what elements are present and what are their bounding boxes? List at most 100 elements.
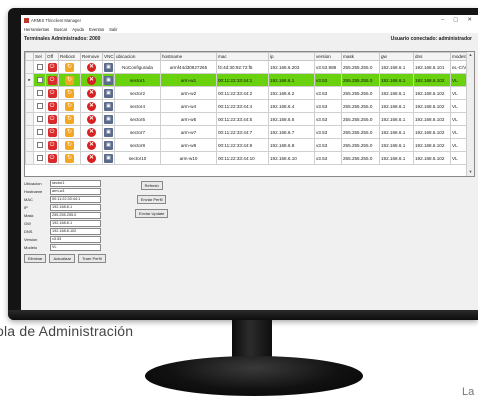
scroll-up-icon[interactable]: ▲ bbox=[467, 52, 474, 59]
field-input[interactable]: v3.53 bbox=[50, 235, 101, 243]
select-cell[interactable] bbox=[33, 151, 46, 165]
table-scrollbar[interactable]: ▲ ▼ bbox=[466, 52, 474, 176]
col-header[interactable]: mac bbox=[216, 52, 269, 61]
table-row[interactable]: ⏻ ↻ ✕ ▣ sector5 arm-w5 00:11:22:33:44:5 192.168… bbox=[25, 112, 474, 126]
field-input[interactable]: sector1 bbox=[50, 179, 101, 187]
remove-icon[interactable]: ✕ bbox=[87, 75, 96, 85]
select-checkbox[interactable] bbox=[36, 102, 43, 109]
vnc-cell[interactable]: ▣ bbox=[102, 60, 115, 74]
select-cell[interactable] bbox=[33, 60, 46, 74]
remove-icon[interactable]: ✕ bbox=[87, 88, 96, 98]
reboot-cell[interactable]: ↻ bbox=[58, 73, 81, 87]
table-row[interactable]: ▸ ⏻ ↻ ✕ ▣ sector1 arm-w1 00:11:22:33:44:1 192.16… bbox=[25, 73, 474, 87]
maximize-icon[interactable]: ▢ bbox=[453, 17, 458, 23]
remove-cell[interactable]: ✕ bbox=[80, 73, 103, 87]
vnc-icon[interactable]: ▣ bbox=[104, 140, 113, 150]
remove-icon[interactable]: ✕ bbox=[87, 127, 96, 137]
col-header[interactable]: gw bbox=[379, 52, 414, 61]
power-icon[interactable]: ⏻ bbox=[47, 140, 57, 150]
reboot-icon[interactable]: ↻ bbox=[65, 153, 74, 163]
field-input[interactable]: arm-w1 bbox=[50, 187, 101, 195]
field-input[interactable]: 192.168.6.102 bbox=[50, 227, 101, 235]
vnc-icon[interactable]: ▣ bbox=[104, 75, 113, 85]
power-icon[interactable]: ⏻ bbox=[47, 114, 57, 124]
reboot-icon[interactable]: ↻ bbox=[65, 101, 74, 111]
select-cell[interactable] bbox=[33, 73, 46, 87]
row-header[interactable] bbox=[25, 138, 34, 152]
select-checkbox[interactable] bbox=[36, 89, 43, 96]
col-header[interactable]: mask bbox=[341, 52, 380, 61]
col-header[interactable]: Remove bbox=[80, 52, 103, 61]
send-profile-button[interactable]: Enviar Perfil bbox=[136, 195, 167, 204]
row-header[interactable] bbox=[25, 112, 34, 126]
vnc-icon[interactable]: ▣ bbox=[104, 153, 113, 163]
remove-cell[interactable]: ✕ bbox=[80, 112, 103, 126]
reboot-icon[interactable]: ↻ bbox=[65, 127, 74, 137]
vnc-icon[interactable]: ▣ bbox=[104, 88, 113, 98]
remove-cell[interactable]: ✕ bbox=[80, 125, 103, 139]
power-icon[interactable]: ⏻ bbox=[47, 127, 57, 137]
field-input[interactable]: 00:11:22:33:44:1 bbox=[50, 195, 101, 203]
remove-cell[interactable]: ✕ bbox=[80, 99, 103, 113]
off-cell[interactable]: ⏻ bbox=[45, 86, 59, 100]
table-row[interactable]: ⏻ ↻ ✕ ▣ sector7 arm-w7 00:11:22:33:44:7 192.168… bbox=[25, 125, 474, 139]
row-header[interactable] bbox=[25, 151, 34, 165]
select-cell[interactable] bbox=[33, 86, 46, 100]
select-checkbox[interactable] bbox=[36, 76, 43, 83]
fetch-profile-button[interactable]: Traer Perfil bbox=[78, 254, 106, 263]
table-row[interactable]: ⏻ ↻ ✕ ▣ NoConfigurada armf44d30927265 f4:4d:30… bbox=[25, 60, 474, 74]
off-cell[interactable]: ⏻ bbox=[45, 99, 59, 113]
off-cell[interactable]: ⏻ bbox=[45, 73, 59, 87]
minimize-icon[interactable]: – bbox=[441, 17, 444, 23]
remove-cell[interactable]: ✕ bbox=[80, 151, 103, 165]
remove-cell[interactable]: ✕ bbox=[80, 138, 103, 152]
col-header[interactable]: hostname bbox=[160, 52, 217, 61]
field-input[interactable]: 192.168.6.1 bbox=[50, 203, 101, 211]
close-icon[interactable]: ✕ bbox=[467, 17, 472, 23]
menu-ayuda[interactable]: Ayuda bbox=[72, 27, 84, 32]
reboot-cell[interactable]: ↻ bbox=[58, 86, 81, 100]
menu-buscar[interactable]: Buscar bbox=[54, 27, 67, 32]
vnc-cell[interactable]: ▣ bbox=[102, 73, 115, 87]
row-header[interactable] bbox=[25, 86, 34, 100]
select-checkbox[interactable] bbox=[36, 128, 43, 135]
reboot-cell[interactable]: ↻ bbox=[58, 60, 81, 74]
power-icon[interactable]: ⏻ bbox=[47, 101, 57, 111]
refresh-button[interactable]: Refresh bbox=[140, 181, 163, 190]
field-input[interactable]: VL bbox=[50, 243, 101, 251]
reboot-cell[interactable]: ↻ bbox=[58, 112, 81, 126]
col-header[interactable]: Off bbox=[45, 52, 59, 61]
vnc-cell[interactable]: ▣ bbox=[102, 151, 115, 165]
select-cell[interactable] bbox=[33, 99, 46, 113]
off-cell[interactable]: ⏻ bbox=[45, 125, 59, 139]
vnc-cell[interactable]: ▣ bbox=[102, 125, 115, 139]
menu-eventos[interactable]: Eventos bbox=[89, 27, 104, 32]
select-cell[interactable] bbox=[33, 125, 46, 139]
remove-cell[interactable]: ✕ bbox=[80, 60, 103, 74]
table-row[interactable]: ⏻ ↻ ✕ ▣ sector2 arm-w2 00:11:22:33:44:2 192.168… bbox=[25, 86, 474, 100]
col-header[interactable]: Sel bbox=[33, 52, 46, 61]
select-cell[interactable] bbox=[33, 138, 46, 152]
delete-button[interactable]: Eliminar bbox=[24, 254, 47, 263]
remove-icon[interactable]: ✕ bbox=[87, 62, 96, 72]
table-row[interactable]: ⏻ ↻ ✕ ▣ sector8 arm-w8 00:11:22:33:44:8 192.168… bbox=[25, 138, 474, 152]
col-header[interactable]: dns bbox=[413, 52, 451, 61]
reboot-icon[interactable]: ↻ bbox=[65, 75, 74, 85]
power-icon[interactable]: ⏻ bbox=[47, 75, 57, 85]
row-header[interactable] bbox=[25, 60, 34, 74]
remove-icon[interactable]: ✕ bbox=[87, 140, 96, 150]
reboot-cell[interactable]: ↻ bbox=[58, 138, 81, 152]
field-input[interactable]: 192.168.6.1 bbox=[50, 219, 101, 227]
power-icon[interactable]: ⏻ bbox=[47, 62, 57, 72]
remove-cell[interactable]: ✕ bbox=[80, 86, 103, 100]
vnc-cell[interactable]: ▣ bbox=[102, 138, 115, 152]
select-cell[interactable] bbox=[33, 112, 46, 126]
col-header[interactable]: version bbox=[314, 52, 342, 61]
select-checkbox[interactable] bbox=[36, 63, 43, 70]
vnc-cell[interactable]: ▣ bbox=[102, 86, 115, 100]
reboot-cell[interactable]: ↻ bbox=[58, 99, 81, 113]
vnc-icon[interactable]: ▣ bbox=[104, 114, 113, 124]
menu-herramientas[interactable]: Herramientas bbox=[24, 27, 49, 32]
update-button[interactable]: Actualizar bbox=[49, 254, 76, 263]
remove-icon[interactable]: ✕ bbox=[87, 101, 96, 111]
